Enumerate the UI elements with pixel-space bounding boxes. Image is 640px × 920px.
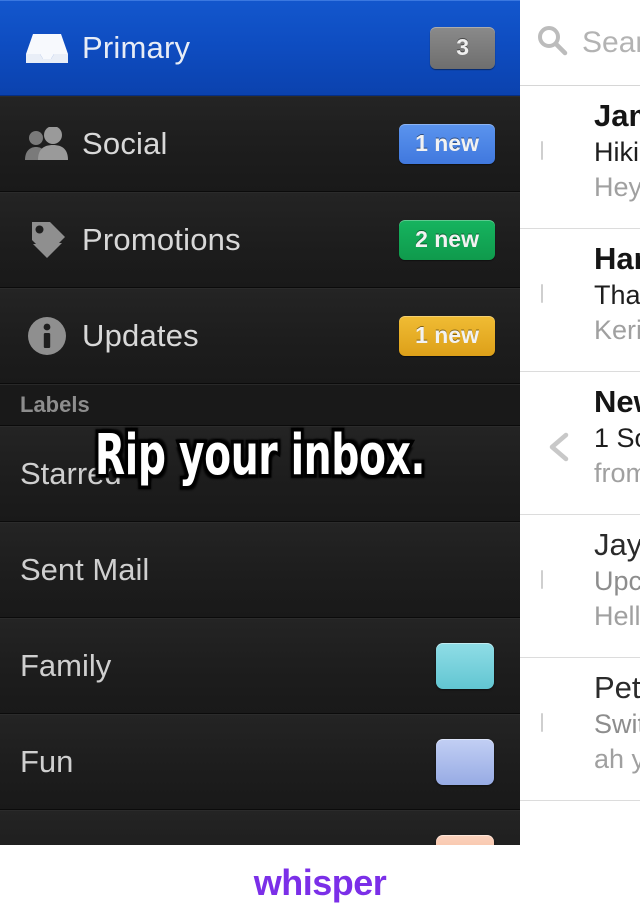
mail-sender: Han: [594, 241, 640, 276]
search-icon: [536, 24, 568, 61]
sidebar-item-primary[interactable]: Primary 3: [0, 0, 520, 96]
info-circle-icon: [18, 315, 76, 357]
mail-sender: Pete: [594, 670, 640, 705]
label-color-swatch: [436, 834, 494, 845]
sidebar-item-label: Promotions: [82, 221, 241, 257]
mail-snippet: Keri -: [594, 315, 640, 346]
mail-list-item[interactable]: Han Thank Keri -: [520, 229, 640, 372]
labels-section-header: Labels: [0, 384, 520, 426]
mail-list-item[interactable]: Jay Upco Hello: [520, 515, 640, 658]
mail-snippet: from 2: [594, 458, 640, 489]
status-badge: 1 new: [399, 123, 495, 164]
mail-list-panel: Search Jam Hiking Hey K Han Thank Keri -: [520, 0, 640, 845]
mail-subject: 1 Soc: [594, 422, 640, 453]
sidebar-label-starred[interactable]: Starred: [0, 426, 520, 522]
mail-list-item[interactable]: New 1 Soc from 2: [520, 372, 640, 515]
sidebar-label-text: Family: [20, 647, 112, 683]
inbox-tray-icon: [18, 30, 76, 66]
sidebar-item-updates[interactable]: Updates 1 new: [0, 288, 520, 384]
sidebar-item-label: Social: [82, 125, 168, 161]
status-badge: 3: [430, 26, 495, 69]
mail-subject: Thank: [594, 279, 640, 310]
search-bar[interactable]: Search: [520, 0, 640, 86]
label-color-swatch: [436, 642, 494, 689]
sidebar-label-text: Fun: [20, 743, 74, 779]
mail-checkbox[interactable]: [541, 141, 579, 180]
sidebar-label-sent-mail[interactable]: Sent Mail: [0, 522, 520, 618]
tag-icon: [18, 219, 76, 261]
mail-snippet: Hey K: [594, 172, 640, 203]
mail-checkbox[interactable]: [541, 284, 579, 323]
mail-checkbox[interactable]: [541, 570, 579, 609]
mail-checkbox[interactable]: [541, 713, 579, 752]
footer-bar: whisper: [0, 845, 640, 920]
sidebar-item-label: Updates: [82, 317, 199, 353]
sidebar-label-partial[interactable]: [0, 810, 520, 845]
mail-list-item[interactable]: Pete Switc ah yes: [520, 658, 640, 801]
mail-subject: Switc: [594, 708, 640, 739]
status-badge: 1 new: [399, 315, 495, 356]
mail-subject: Upco: [594, 565, 640, 596]
sidebar-item-promotions[interactable]: Promotions 2 new: [0, 192, 520, 288]
mail-sender: New: [594, 384, 640, 419]
mail-list-item[interactable]: Jam Hiking Hey K: [520, 86, 640, 229]
sidebar-label-text: Sent Mail: [20, 551, 150, 587]
app-screenshot: Primary 3 Social 1 new Promotions 2 new …: [0, 0, 640, 920]
search-input[interactable]: Search: [582, 26, 640, 60]
whisper-watermark: whisper: [253, 861, 387, 903]
people-icon: [18, 126, 76, 161]
mail-subject: Hiking: [594, 136, 640, 167]
mail-sender: Jay: [594, 527, 640, 562]
mail-snippet: ah yes: [594, 744, 640, 775]
sidebar-label-fun[interactable]: Fun: [0, 714, 520, 810]
sidebar-label-text: Starred: [20, 455, 122, 491]
sidebar-item-social[interactable]: Social 1 new: [0, 96, 520, 192]
mail-sidebar: Primary 3 Social 1 new Promotions 2 new …: [0, 0, 520, 845]
status-badge: 2 new: [399, 219, 495, 260]
sidebar-label-family[interactable]: Family: [0, 618, 520, 714]
sidebar-item-label: Primary: [82, 29, 191, 65]
mail-sender: Jam: [594, 98, 640, 133]
mail-snippet: Hello: [594, 601, 640, 632]
label-color-swatch: [436, 738, 494, 785]
chevron-left-icon[interactable]: [541, 428, 579, 466]
